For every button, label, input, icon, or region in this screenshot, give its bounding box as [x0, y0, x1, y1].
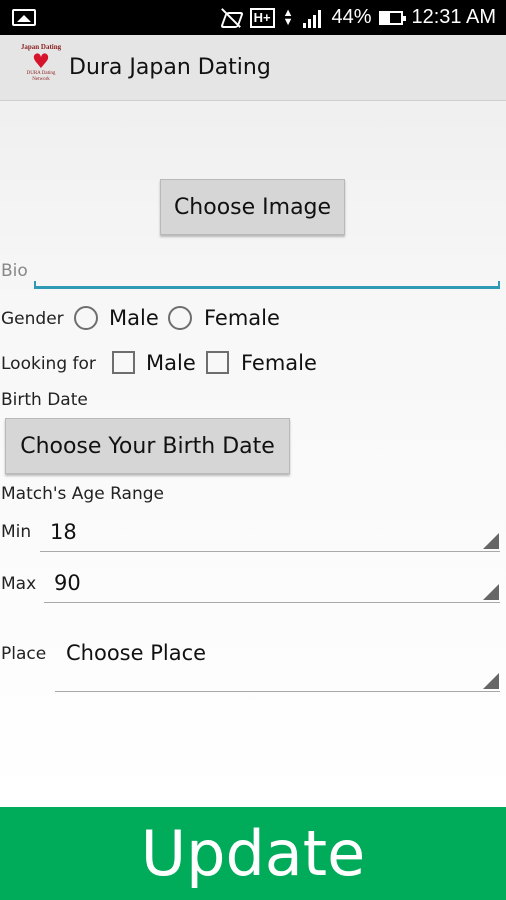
status-icons: H+ ▲ ▼ 44% 12:31 AM [220, 0, 496, 35]
bio-input-underline [34, 281, 500, 289]
dropdown-arrow-icon [483, 673, 499, 689]
image-notification-icon [12, 9, 36, 26]
birth-date-label: Birth Date [1, 390, 88, 410]
signal-strength-icon [301, 8, 323, 28]
looking-for-male-label[interactable]: Male [146, 351, 196, 375]
gender-female-radio[interactable] [168, 306, 192, 330]
choose-image-button[interactable]: Choose Image [160, 179, 345, 235]
bio-label: Bio [1, 261, 28, 281]
looking-for-label: Looking for [1, 354, 96, 374]
battery-icon [379, 10, 407, 25]
battery-percent: 44% [331, 6, 372, 28]
looking-for-female-checkbox[interactable] [206, 351, 229, 374]
age-range-label: Match's Age Range [1, 484, 164, 504]
logo-bottom-text: DURA Dating Network [26, 71, 56, 82]
max-age-value: 90 [54, 571, 81, 595]
action-bar: Japan Dating ♥ DURA Dating Network Dura … [0, 35, 506, 101]
gender-male-radio[interactable] [74, 306, 98, 330]
clock: 12:31 AM [411, 6, 496, 28]
dropdown-arrow-icon [483, 533, 499, 549]
choose-birth-date-button[interactable]: Choose Your Birth Date [5, 418, 290, 474]
app-title: Dura Japan Dating [69, 55, 271, 80]
place-label: Place [1, 644, 47, 664]
data-activity-icon: ▲ ▼ [282, 6, 294, 28]
update-button[interactable]: Update [0, 807, 506, 900]
min-age-spinner[interactable]: 18 [40, 514, 500, 552]
min-age-label: Min [1, 522, 32, 542]
max-age-label: Max [1, 574, 37, 594]
max-age-spinner[interactable]: 90 [44, 565, 500, 603]
looking-for-female-label[interactable]: Female [241, 351, 317, 375]
place-spinner[interactable]: Choose Place [55, 635, 500, 692]
gender-female-label[interactable]: Female [204, 306, 280, 330]
min-age-value: 18 [50, 520, 77, 544]
looking-for-male-checkbox[interactable] [112, 351, 135, 374]
status-bar: H+ ▲ ▼ 44% 12:31 AM [0, 0, 506, 35]
place-value: Choose Place [66, 641, 207, 665]
bio-input[interactable] [36, 258, 498, 286]
heart-icon: ♥ [32, 49, 50, 73]
vibrate-mute-icon [220, 7, 242, 29]
app-logo[interactable]: Japan Dating ♥ DURA Dating Network [18, 43, 64, 91]
gender-male-label[interactable]: Male [109, 306, 159, 330]
gender-label: Gender [1, 309, 64, 329]
network-type-icon: H+ [249, 7, 275, 28]
dropdown-arrow-icon [483, 584, 499, 600]
